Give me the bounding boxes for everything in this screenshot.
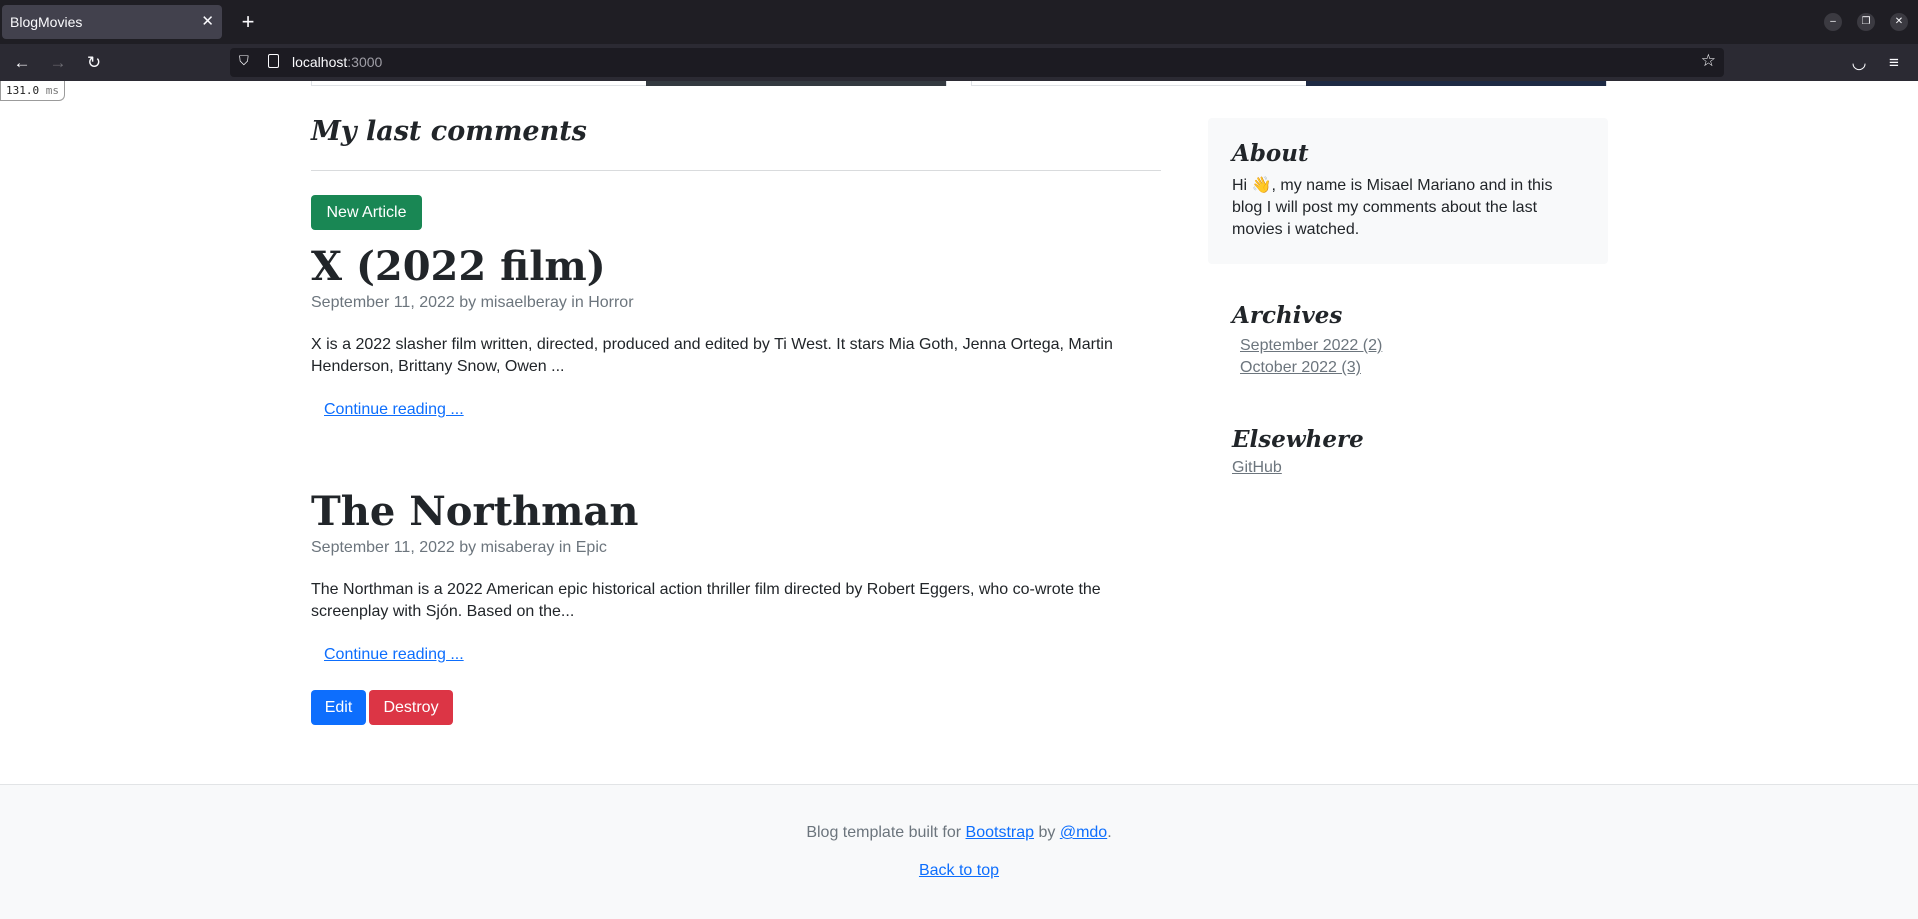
post-meta: September 11, 2022 by misaberay in Epic <box>311 539 607 556</box>
post-excerpt: The Northman is a 2022 American epic his… <box>311 581 1101 620</box>
post-excerpt: X is a 2022 slasher film written, direct… <box>311 336 1113 375</box>
archive-item: October 2022 (3) <box>1240 357 1382 379</box>
post-title[interactable]: X (2022 film) <box>311 243 606 290</box>
back-to-top-link[interactable]: Back to top <box>919 862 999 879</box>
timing-badge: 131.0 ms <box>0 81 65 101</box>
new-article-button[interactable]: New Article <box>311 195 422 230</box>
tab-title: BlogMovies <box>10 14 83 30</box>
browser-nav-bar: ← → ↻ ⛉ localhost:3000 ☆ ◡ ≡ <box>0 44 1918 81</box>
archives-title: Archives <box>1232 302 1343 329</box>
footer-back-to-top: Back to top <box>0 862 1918 880</box>
footer: Blog template built for Bootstrap by @md… <box>0 784 1918 919</box>
destroy-button[interactable]: Destroy <box>369 690 453 725</box>
edit-button[interactable]: Edit <box>311 690 366 725</box>
window-close-icon[interactable]: ✕ <box>1890 13 1908 31</box>
forward-icon[interactable]: → <box>45 50 71 76</box>
featured-card-bottom <box>311 81 947 86</box>
archive-item: September 2022 (2) <box>1240 335 1382 357</box>
bootstrap-link[interactable]: Bootstrap <box>966 824 1034 841</box>
browser-tab[interactable]: BlogMovies ✕ <box>2 5 222 39</box>
divider <box>311 170 1161 171</box>
url-text[interactable]: localhost:3000 <box>292 54 382 70</box>
url-bar[interactable]: ⛉ localhost:3000 ☆ <box>230 48 1724 77</box>
github-link[interactable]: GitHub <box>1232 459 1282 476</box>
elsewhere-title: Elsewhere <box>1232 426 1364 453</box>
elsewhere-item: GitHub <box>1232 457 1364 479</box>
elsewhere-list: GitHub <box>1232 457 1364 479</box>
featured-card-bottom <box>971 81 1607 86</box>
back-icon[interactable]: ← <box>9 50 35 76</box>
about-box: About Hi 👋, my name is Misael Mariano an… <box>1208 118 1608 264</box>
archives-list: September 2022 (2) October 2022 (3) <box>1232 335 1382 379</box>
new-tab-icon[interactable]: + <box>234 8 262 36</box>
shield-icon[interactable]: ⛉ <box>239 53 249 69</box>
post-meta: September 11, 2022 by misaelberay in Hor… <box>311 294 634 311</box>
elsewhere-section: Elsewhere GitHub <box>1232 426 1364 479</box>
menu-icon[interactable]: ≡ <box>1881 50 1907 76</box>
minimize-icon[interactable]: – <box>1824 13 1842 31</box>
mdo-link[interactable]: @mdo <box>1060 824 1107 841</box>
continue-reading-link[interactable]: Continue reading ... <box>324 646 464 664</box>
archives-section: Archives September 2022 (2) October 2022… <box>1232 302 1382 379</box>
continue-reading-link[interactable]: Continue reading ... <box>324 401 464 419</box>
restore-icon[interactable]: ❐ <box>1857 13 1875 31</box>
section-title: My last comments <box>311 116 587 147</box>
archive-link[interactable]: September 2022 (2) <box>1240 337 1382 354</box>
about-text: Hi 👋, my name is Misael Mariano and in t… <box>1232 177 1553 238</box>
pocket-icon[interactable]: ◡ <box>1846 50 1872 76</box>
tab-close-icon[interactable]: ✕ <box>201 12 214 30</box>
reload-icon[interactable]: ↻ <box>81 50 107 76</box>
archive-link[interactable]: October 2022 (3) <box>1240 359 1361 376</box>
bookmark-star-icon[interactable]: ☆ <box>1701 51 1716 71</box>
about-title: About <box>1232 140 1309 167</box>
browser-tab-bar: BlogMovies ✕ + – ❐ ✕ <box>0 0 1918 44</box>
page-icon <box>268 54 279 68</box>
footer-credit: Blog template built for Bootstrap by @md… <box>806 824 1112 841</box>
post-title[interactable]: The Northman <box>311 488 638 535</box>
